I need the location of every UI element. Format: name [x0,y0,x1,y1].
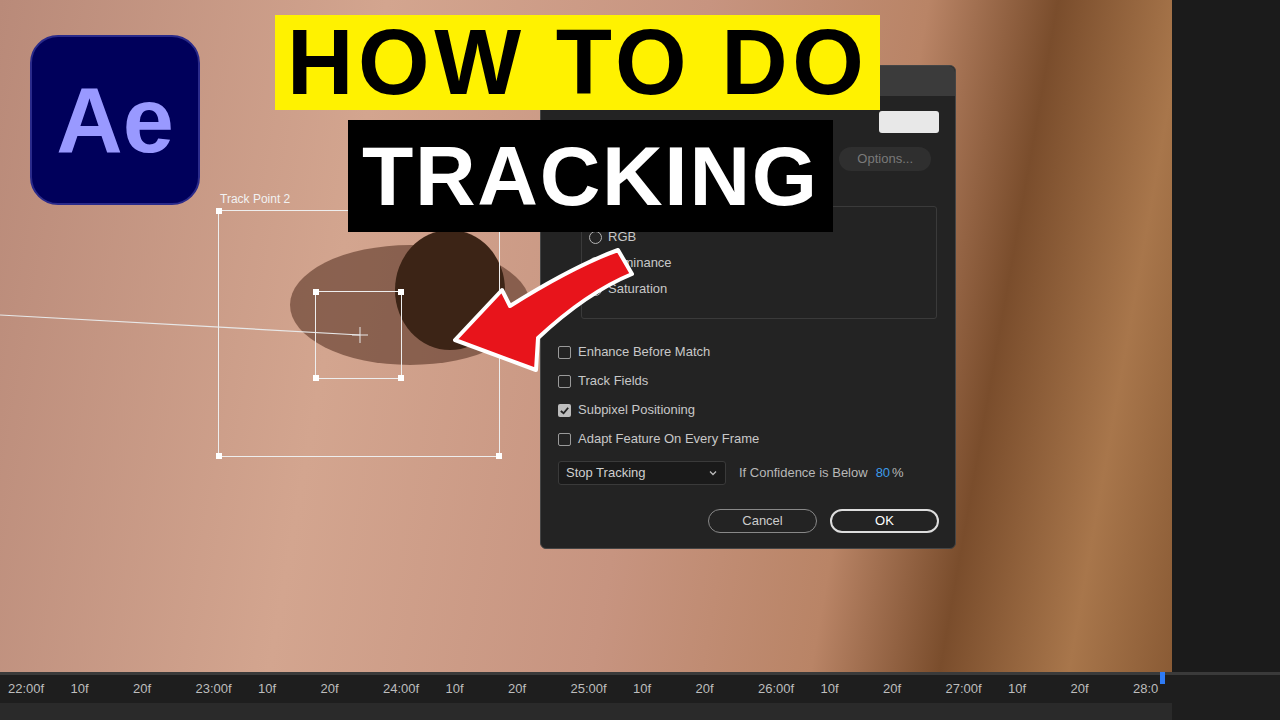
ruler-tick: 20f [508,681,571,697]
checkbox[interactable] [558,346,571,359]
ruler-tick: 22:00f [8,681,71,697]
option-checkbox-row[interactable]: Enhance Before Match [558,344,955,360]
handle[interactable] [313,289,319,295]
confidence-unit: % [892,465,904,481]
dialog-button[interactable]: Cancel [708,509,817,533]
checkbox[interactable] [558,404,571,417]
confidence-value[interactable]: 80 [876,465,890,481]
ruler-tick: 26:00f [758,681,821,697]
option-checkbox-row[interactable]: Adapt Feature On Every Frame [558,431,955,447]
ruler-tick: 10f [1008,681,1071,697]
ruler-tick: 20f [133,681,196,697]
after-effects-logo: Ae [30,35,200,205]
chevron-down-icon [708,468,718,478]
ruler-tick: 27:00f [946,681,1009,697]
checkbox[interactable] [558,433,571,446]
feature-region[interactable] [315,291,402,379]
ruler-tick: 20f [883,681,946,697]
handle[interactable] [398,375,404,381]
option-checkbox-row[interactable]: Track Fields [558,373,955,389]
handle[interactable] [216,208,222,214]
dialog-button[interactable]: OK [830,509,939,533]
ruler-tick: 23:00f [196,681,259,697]
failure-dropdown[interactable]: Stop Tracking [558,461,726,485]
time-ruler[interactable]: 22:00f10f20f23:00f10f20f24:00f10f20f25:0… [0,675,1172,703]
ruler-tick: 24:00f [383,681,446,697]
ruler-tick: 10f [258,681,321,697]
ruler-tick: 20f [1071,681,1134,697]
layer-row [0,703,1172,720]
channel-radio-row[interactable]: Luminance [589,255,936,271]
option-checkbox-row[interactable]: Subpixel Positioning [558,402,955,418]
search-region[interactable] [218,210,500,457]
handle[interactable] [313,375,319,381]
radio-button[interactable] [589,231,602,244]
button-row: Cancel OK [708,509,939,533]
ruler-tick: 10f [633,681,696,697]
work-area-end-marker[interactable] [1160,672,1165,684]
headline-line-1: HOW TO DO [275,15,880,110]
headline-line-2: TRACKING [348,120,833,232]
options-button[interactable]: Options... [839,147,931,171]
handle[interactable] [398,289,404,295]
name-field[interactable] [879,111,939,133]
confidence-row: Stop Tracking If Confidence is Below 80% [558,461,955,485]
ruler-tick: 10f [71,681,134,697]
ruler-tick: 10f [446,681,509,697]
timeline: 22:00f10f20f23:00f10f20f24:00f10f20f25:0… [0,672,1280,720]
side-panel [1172,0,1280,672]
ruler-tick: 20f [696,681,759,697]
ruler-tick: 25:00f [571,681,634,697]
ruler-tick: 28:0 [1133,681,1172,697]
option-list: Enhance Before Match Track Fields Subpixel… [558,344,955,447]
confidence-label: If Confidence is Below [739,465,868,481]
channel-radio-row[interactable]: Saturation [589,281,936,297]
red-arrow-icon [440,240,640,375]
checkbox[interactable] [558,375,571,388]
handle[interactable] [496,453,502,459]
handle[interactable] [216,453,222,459]
track-point-label: Track Point 2 [220,192,290,206]
check-icon [559,405,570,416]
ruler-tick: 20f [321,681,384,697]
ruler-tick: 10f [821,681,884,697]
